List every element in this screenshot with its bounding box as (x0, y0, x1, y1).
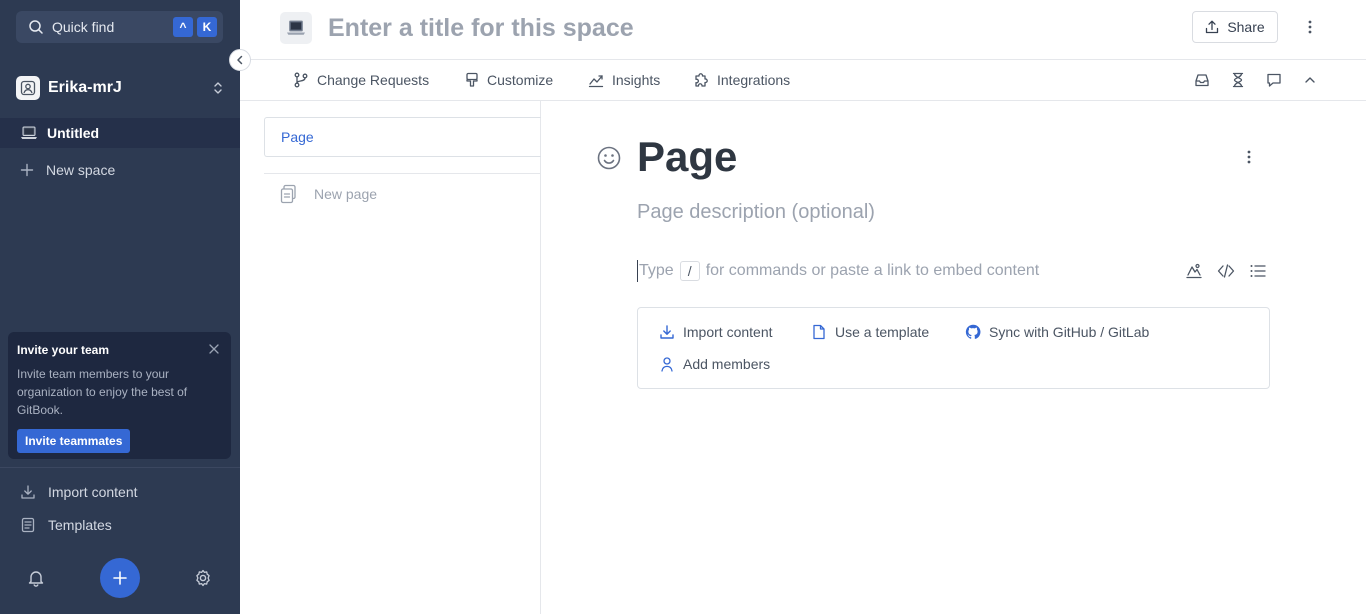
type-prefix: Type (639, 262, 674, 279)
page-description-input[interactable]: Page description (optional) (637, 199, 875, 225)
comment-icon[interactable] (1266, 72, 1282, 88)
laptop-icon (287, 20, 305, 35)
quick-find-button[interactable]: Quick find ^ K (16, 11, 223, 43)
chevron-updown-icon[interactable] (212, 81, 224, 95)
sync-git-action[interactable]: Sync with GitHub / GitLab (965, 324, 1149, 340)
tab-change-requests[interactable]: Change Requests (293, 72, 429, 88)
action-label: Use a template (835, 324, 930, 340)
shortcut-key-k: K (197, 17, 217, 37)
page-editor: Page Page description (optional) Type / … (541, 101, 1366, 614)
org-name: Erika-mrJ (48, 79, 122, 96)
tab-label: Customize (487, 72, 554, 88)
page-options-icon[interactable] (1241, 148, 1257, 166)
list-icon[interactable] (1249, 262, 1267, 280)
code-icon[interactable] (1217, 262, 1235, 280)
plus-icon (20, 163, 34, 177)
more-options-icon[interactable] (1302, 17, 1318, 37)
gear-icon[interactable] (193, 568, 213, 588)
sidebar-divider (0, 467, 240, 468)
tab-label: Insights (612, 72, 661, 88)
content-input[interactable]: Type / for commands or paste a link to e… (637, 260, 1039, 282)
sidebar-link-import-content[interactable]: Import content (20, 481, 138, 503)
puzzle-icon (695, 73, 708, 87)
add-members-action[interactable]: Add members (659, 356, 770, 372)
use-template-action[interactable]: Use a template (811, 324, 929, 340)
sidebar-bottom-bar (0, 556, 240, 600)
bell-icon[interactable] (26, 568, 46, 588)
org-avatar-icon (16, 76, 40, 100)
github-icon (965, 324, 981, 339)
user-icon (661, 357, 673, 372)
sidebar-item-untitled[interactable]: Untitled (0, 118, 240, 148)
import-content-action[interactable]: Import content (659, 324, 773, 340)
download-icon (20, 484, 36, 500)
action-label: Add members (683, 356, 771, 372)
invite-description: Invite team members to your organization… (17, 367, 188, 417)
sidebar-link-label: Templates (48, 517, 112, 533)
inbox-icon[interactable] (1194, 72, 1210, 88)
space-toolbar: Change Requests Customize Insights Integ… (240, 60, 1366, 101)
new-page-button[interactable]: New page (280, 184, 377, 204)
sidebar-link-label: Import content (48, 484, 138, 500)
new-space-label: New space (46, 162, 116, 178)
paintbrush-icon (466, 72, 478, 87)
new-page-icon (280, 184, 296, 204)
file-icon (813, 324, 825, 340)
share-icon (1206, 20, 1219, 34)
new-page-label: New page (314, 186, 378, 202)
space-icon-picker[interactable] (280, 12, 312, 44)
page-tree-item[interactable]: Page (264, 117, 541, 157)
shortcut-key-ctrl: ^ (173, 17, 193, 37)
close-icon[interactable] (209, 344, 219, 354)
new-space-button[interactable]: New space (0, 156, 240, 184)
pages-panel: Page New page (240, 101, 541, 614)
invite-teammates-button[interactable]: Invite teammates (17, 429, 131, 453)
space-title-input[interactable]: Enter a title for this space (328, 12, 634, 44)
create-button[interactable] (100, 558, 140, 598)
laptop-icon (20, 126, 38, 140)
org-switcher[interactable]: Erika-mrJ (16, 76, 224, 100)
sidebar-link-templates[interactable]: Templates (20, 514, 112, 536)
hourglass-icon[interactable] (1230, 72, 1246, 88)
page-title[interactable]: Page (637, 131, 737, 183)
tab-label: Integrations (717, 72, 791, 88)
action-label: Sync with GitHub / GitLab (989, 324, 1150, 340)
chevron-up-icon[interactable] (1302, 72, 1318, 88)
type-suffix: for commands or paste a link to embed co… (705, 262, 1040, 279)
quick-find-label: Quick find (52, 19, 115, 35)
import-icon (660, 325, 674, 339)
space-header: Enter a title for this space Share (240, 0, 1366, 60)
action-label: Import content (683, 324, 773, 340)
tab-customize[interactable]: Customize (465, 72, 553, 88)
pages-divider (264, 173, 541, 174)
invite-team-card: Invite your team Invite team members to … (8, 332, 231, 459)
tab-insights[interactable]: Insights (588, 72, 660, 88)
slash-key: / (679, 261, 700, 281)
share-label: Share (1227, 19, 1265, 35)
chevron-left-icon (237, 55, 243, 65)
plus-icon (113, 571, 127, 585)
branch-icon (294, 72, 308, 88)
smiley-icon[interactable] (596, 145, 622, 171)
sidebar: Quick find ^ K Erika-mrJ Untitled New sp… (0, 0, 240, 614)
tab-label: Change Requests (317, 72, 430, 88)
invite-title: Invite your team (17, 343, 110, 357)
drawing-icon[interactable] (1185, 262, 1203, 280)
sidebar-item-label: Untitled (47, 125, 100, 141)
share-button[interactable]: Share (1192, 11, 1278, 43)
quick-actions-panel: Import content Use a template Sync with … (637, 307, 1270, 389)
collapse-sidebar-button[interactable] (229, 49, 251, 71)
search-icon (28, 19, 44, 35)
tab-integrations[interactable]: Integrations (693, 72, 790, 88)
chart-icon (588, 75, 604, 88)
templates-icon (20, 517, 36, 533)
